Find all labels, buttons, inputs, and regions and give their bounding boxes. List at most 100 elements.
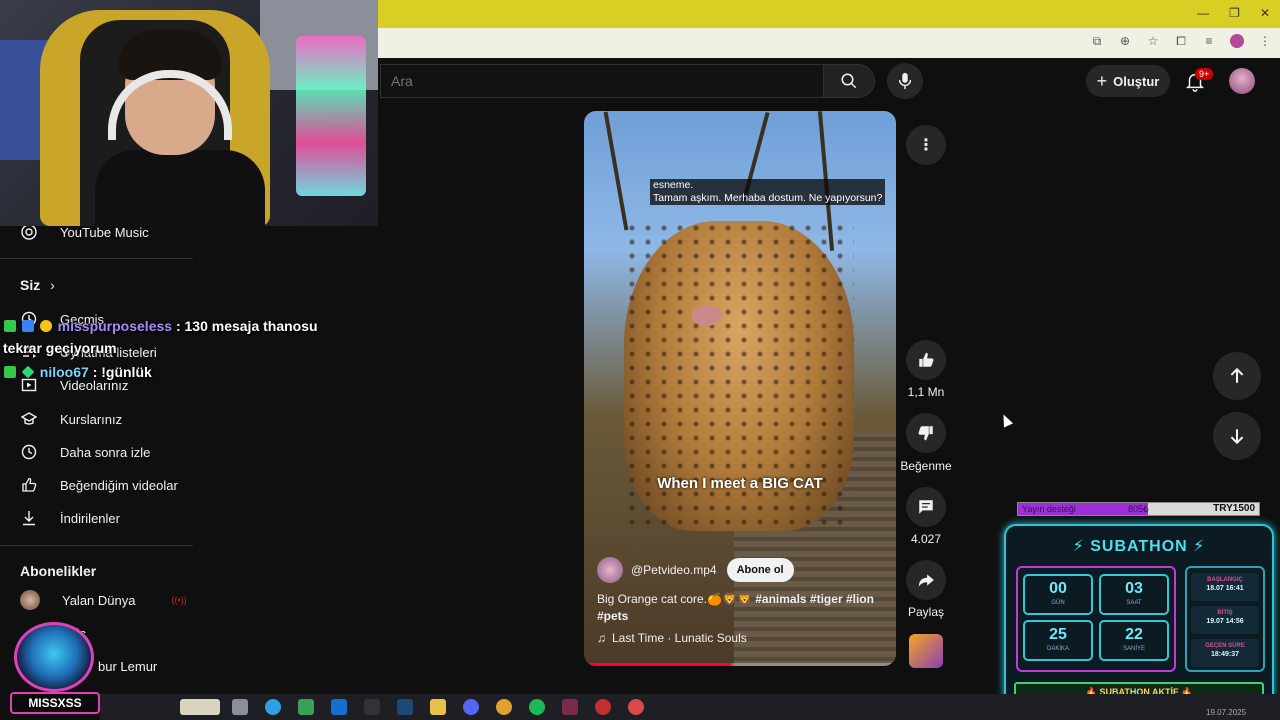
donation-goal-label: Yayın desteği bbox=[1022, 504, 1076, 514]
chrome-profile-icon[interactable] bbox=[628, 699, 644, 715]
window-controls: — ❐ ✕ bbox=[1197, 6, 1270, 20]
close-icon[interactable]: ✕ bbox=[1260, 6, 1270, 20]
share-button[interactable] bbox=[906, 560, 946, 600]
sidebar-item-label: İndirilenler bbox=[60, 510, 120, 526]
chat-badge-icon bbox=[4, 366, 16, 378]
like-count: 1,1 Mn bbox=[907, 385, 945, 399]
timer-seconds: 22 SANİYE bbox=[1099, 620, 1169, 661]
video-caption-line: esneme. bbox=[653, 179, 694, 191]
create-button[interactable]: + Oluştur bbox=[1086, 65, 1170, 97]
video-caption-line: Tamam aşkım. Merhaba dostum. Ne yapıyors… bbox=[653, 192, 883, 204]
timer-minutes: 25 DAKİKA bbox=[1023, 620, 1093, 661]
menu-kebab-icon[interactable]: ⋮ bbox=[1258, 34, 1272, 48]
webcam-overlay bbox=[0, 0, 378, 226]
channel-avatar[interactable] bbox=[597, 557, 623, 583]
comment-icon bbox=[919, 500, 933, 514]
video-tree-branch bbox=[603, 111, 629, 231]
profile-icon[interactable] bbox=[1230, 34, 1244, 48]
extensions-icon[interactable]: ⧠ bbox=[1174, 34, 1188, 48]
music-note-icon: ♫ bbox=[597, 631, 606, 645]
video-description[interactable]: Big Orange cat core.🍊🦁🦁 #animals #tiger … bbox=[597, 591, 877, 625]
subscribe-button[interactable]: Abone ol bbox=[726, 558, 794, 582]
comments-button[interactable] bbox=[906, 487, 946, 527]
info-key: GEÇEN SÜRE bbox=[1205, 643, 1245, 649]
chat-message: niloo67 : !günlük bbox=[4, 364, 152, 380]
outlook-icon[interactable] bbox=[331, 699, 347, 715]
subscriptions-heading: Abonelikler bbox=[20, 563, 97, 579]
sidebar-item-courses[interactable]: Kurslarınız bbox=[20, 405, 122, 433]
arrow-up-icon bbox=[1230, 367, 1244, 383]
you-heading[interactable]: Siz › bbox=[20, 277, 55, 293]
voice-search-button[interactable] bbox=[887, 63, 923, 99]
microphone-icon bbox=[898, 72, 912, 90]
previous-short-button[interactable] bbox=[1213, 352, 1261, 400]
dislike-button[interactable] bbox=[906, 413, 946, 453]
music-title: Last Time · Lunatic Souls bbox=[612, 631, 747, 645]
info-key: BAŞLANGIÇ bbox=[1207, 577, 1243, 583]
short-video-player[interactable]: esneme. Tamam aşkım. Merhaba dostum. Ne … bbox=[584, 111, 896, 666]
info-end: BİTİŞ 19.07 14:56 bbox=[1191, 606, 1259, 634]
install-app-icon[interactable]: ⧉ bbox=[1090, 34, 1104, 48]
sidebar-item-liked-videos[interactable]: Beğendiğim videolar bbox=[20, 471, 178, 499]
info-key: BİTİŞ bbox=[1217, 610, 1233, 616]
share-label: Paylaş bbox=[907, 605, 945, 619]
chrome-icon[interactable] bbox=[496, 699, 512, 715]
restore-icon[interactable]: ❐ bbox=[1229, 6, 1240, 20]
music-row[interactable]: ♫ Last Time · Lunatic Souls bbox=[597, 631, 747, 645]
more-options-button[interactable]: ⋮ bbox=[906, 125, 946, 165]
taskbar-widget-icon[interactable] bbox=[180, 699, 220, 715]
search-input[interactable] bbox=[380, 64, 824, 98]
info-value: 18.07 16:41 bbox=[1206, 585, 1244, 592]
sidebar-item-label: Kurslarınız bbox=[60, 411, 123, 427]
browser-title-bar bbox=[378, 0, 1280, 28]
discord-icon[interactable] bbox=[463, 699, 479, 715]
chat-message: misspurposeless : 130 mesaja thanosu bbox=[4, 318, 318, 334]
progress-bar[interactable] bbox=[584, 663, 731, 666]
donation-goal-bar: Yayın desteği 805₺ TRY1500 bbox=[1017, 502, 1260, 516]
sidebar-item-downloads[interactable]: İndirilenler bbox=[20, 504, 120, 532]
epic-games-icon[interactable] bbox=[364, 699, 380, 715]
info-value: 18:49:37 bbox=[1210, 651, 1240, 658]
store-icon[interactable] bbox=[298, 699, 314, 715]
description-emoji: 🍊🦁🦁 bbox=[707, 592, 752, 606]
app-icon[interactable] bbox=[562, 699, 578, 715]
edge-icon[interactable] bbox=[265, 699, 281, 715]
zoom-icon[interactable]: ⊕ bbox=[1118, 34, 1132, 48]
sidebar-item-watch-later[interactable]: Daha sonra izle bbox=[20, 438, 150, 466]
minimize-icon[interactable]: — bbox=[1197, 6, 1209, 20]
account-avatar[interactable] bbox=[1229, 68, 1255, 94]
thumb-down-icon bbox=[918, 426, 933, 441]
file-explorer-icon[interactable] bbox=[430, 699, 446, 715]
streamer-mascot-logo bbox=[14, 622, 94, 692]
sidebar-sub-yalan-dunya[interactable]: Yalan Dünya ((•)) bbox=[20, 586, 187, 614]
obs-icon[interactable] bbox=[595, 699, 611, 715]
timer-value: 00 bbox=[1049, 580, 1067, 597]
video-caption: esneme. Tamam aşkım. Merhaba dostum. Ne … bbox=[650, 179, 886, 205]
chat-username: niloo67 bbox=[39, 364, 89, 380]
subathon-widget: ⚡ SUBATHON ⚡ 00 GÜN 03 SAAT 25 DAKİKA 22 SAN… bbox=[1004, 524, 1274, 707]
sidebar: YouTube Music Siz › Geçmiş Oynatma liste… bbox=[0, 224, 200, 696]
spotify-icon[interactable] bbox=[529, 699, 545, 715]
notification-badge: 9+ bbox=[1195, 68, 1214, 80]
media-control-icon[interactable]: ≡ bbox=[1202, 34, 1216, 48]
search-button[interactable] bbox=[823, 64, 875, 98]
info-value: 19.07 14:56 bbox=[1206, 618, 1244, 625]
mouse-cursor bbox=[998, 412, 1014, 428]
bookmark-star-icon[interactable]: ☆ bbox=[1146, 34, 1160, 48]
chat-username: misspurposeless bbox=[57, 318, 173, 334]
chat-text: : !günlük bbox=[92, 364, 152, 380]
dislike-label: Beğenme bbox=[900, 459, 952, 473]
timer-days: 00 GÜN bbox=[1023, 574, 1093, 615]
chevron-right-icon: › bbox=[50, 277, 55, 293]
next-short-button[interactable] bbox=[1213, 412, 1261, 460]
chat-badge-icon bbox=[4, 320, 16, 332]
steam-icon[interactable] bbox=[397, 699, 413, 715]
channel-name[interactable]: @Petvideo.mp4 bbox=[631, 563, 717, 577]
donation-goal-current: 805₺ bbox=[1128, 504, 1149, 514]
like-button[interactable] bbox=[906, 340, 946, 380]
description-text: Big Orange cat core. bbox=[597, 592, 708, 606]
task-view-icon[interactable] bbox=[232, 699, 248, 715]
sidebar-sub-lemur[interactable]: bur Lemur bbox=[98, 652, 157, 680]
sound-thumbnail[interactable] bbox=[909, 634, 943, 668]
clock-icon bbox=[20, 443, 38, 461]
